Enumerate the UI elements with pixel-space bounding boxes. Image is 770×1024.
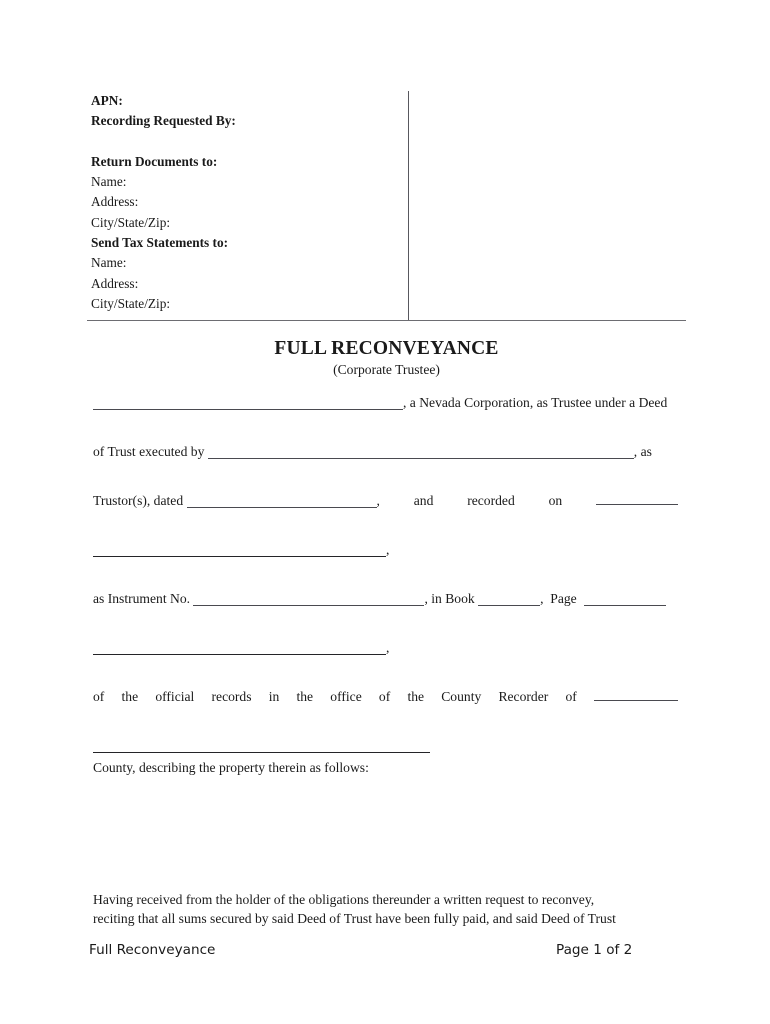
return-city-state-zip-label: City/State/Zip:	[91, 214, 171, 230]
body-line-3-recorded: recorded	[467, 493, 515, 508]
body-line-3-comma: ,	[376, 493, 380, 508]
closing-line-2: reciting that all sums secured by said D…	[93, 910, 616, 926]
body-line-9-text: County, describing the property therein …	[93, 760, 369, 775]
dated-fill-line[interactable]	[186, 496, 377, 508]
body-line-7-word-7: office	[330, 689, 362, 704]
instrument-fill-line-continued[interactable]	[93, 643, 386, 655]
body-line-7-word-9: the	[407, 689, 425, 704]
body-line-1: , a Nevada Corporation, as Trustee under…	[93, 393, 678, 442]
body-line-7-word-8: of	[378, 689, 391, 704]
body-line-7-word-12: of	[565, 689, 577, 704]
body-line-4-comma: ,	[386, 542, 390, 557]
return-name-label: Name:	[91, 174, 127, 190]
body-line-9: County, describing the property therein …	[93, 758, 678, 778]
page-title: FULL RECONVEYANCE	[274, 338, 499, 359]
return-address-label: Address:	[91, 194, 139, 210]
body-line-7-word-3: official	[155, 689, 195, 704]
page-fill-line[interactable]	[583, 594, 666, 606]
closing-line-1: Having received from the holder of the o…	[93, 892, 595, 907]
closing-paragraph: Having received from the holder of the o…	[93, 891, 678, 928]
body-line-5: as Instrument No. , in Book , Page	[93, 589, 678, 638]
header-vertical-divider	[408, 91, 409, 321]
recorded-on-fill-line[interactable]	[595, 493, 678, 505]
trustee-name-fill-line[interactable]	[93, 398, 403, 410]
body-line-2: of Trust executed by , as	[93, 442, 678, 491]
header-spacer	[91, 132, 401, 152]
body-line-7-word-1: of	[93, 689, 105, 704]
body-line-7-word-10: County	[441, 689, 482, 704]
body-line-3-and: and	[413, 493, 434, 508]
return-documents-label: Return Documents to:	[91, 153, 218, 169]
instrument-number-fill-line[interactable]	[193, 594, 425, 606]
body-line-5-mid: , in Book	[424, 591, 475, 606]
body-line-5-page-label: Page	[550, 591, 577, 606]
body-line-3-prefix: Trustor(s), dated	[93, 493, 184, 508]
document-body: , a Nevada Corporation, as Trustee under…	[93, 393, 678, 778]
tax-name-label: Name:	[91, 255, 127, 271]
body-line-1-text: , a Nevada Corporation, as Trustee under…	[403, 395, 668, 410]
body-line-3: Trustor(s), dated , and recorded on	[93, 491, 678, 540]
book-fill-line[interactable]	[478, 594, 541, 606]
body-line-2-suffix: , as	[633, 444, 652, 459]
page-subtitle: (Corporate Trustee)	[333, 362, 440, 377]
body-line-7: of the official records in the office of…	[93, 687, 678, 736]
body-line-3-on: on	[548, 493, 563, 508]
recorded-on-fill-line-continued[interactable]	[93, 545, 386, 557]
send-tax-statements-label: Send Tax Statements to:	[91, 235, 229, 251]
body-line-8	[93, 736, 678, 758]
body-line-7-word-11: Recorder	[498, 689, 549, 704]
header-horizontal-divider	[87, 320, 686, 321]
body-line-4: ,	[93, 540, 678, 589]
tax-city-state-zip-label: City/State/Zip:	[91, 295, 171, 311]
deed-executed-by-fill-line[interactable]	[207, 447, 634, 459]
body-line-7-word-2: the	[121, 689, 139, 704]
footer-page-indicator: Page 1 of 2	[556, 942, 633, 958]
body-line-7-word-4: records	[211, 689, 252, 704]
body-line-6: ,	[93, 638, 678, 687]
body-line-5-prefix: as Instrument No.	[93, 591, 191, 606]
body-line-7-word-5: in	[268, 689, 280, 704]
tax-address-label: Address:	[91, 275, 139, 291]
recording-header-left-column: APN: Recording Requested By: Return Docu…	[91, 91, 401, 314]
recording-requested-by-label: Recording Requested By:	[91, 113, 236, 129]
county-recorder-fill-line[interactable]	[593, 689, 678, 701]
county-recorder-fill-line-continued[interactable]	[93, 741, 430, 753]
apn-label: APN:	[91, 93, 123, 108]
body-line-2-prefix: of Trust executed by	[93, 444, 205, 459]
body-line-6-comma: ,	[386, 640, 390, 655]
document-page: APN: Recording Requested By: Return Docu…	[0, 0, 770, 1024]
body-line-5-comma: ,	[540, 591, 544, 606]
body-line-7-word-6: the	[296, 689, 314, 704]
footer-document-name: Full Reconveyance	[89, 942, 216, 958]
recording-header-block: APN: Recording Requested By: Return Docu…	[87, 91, 686, 321]
